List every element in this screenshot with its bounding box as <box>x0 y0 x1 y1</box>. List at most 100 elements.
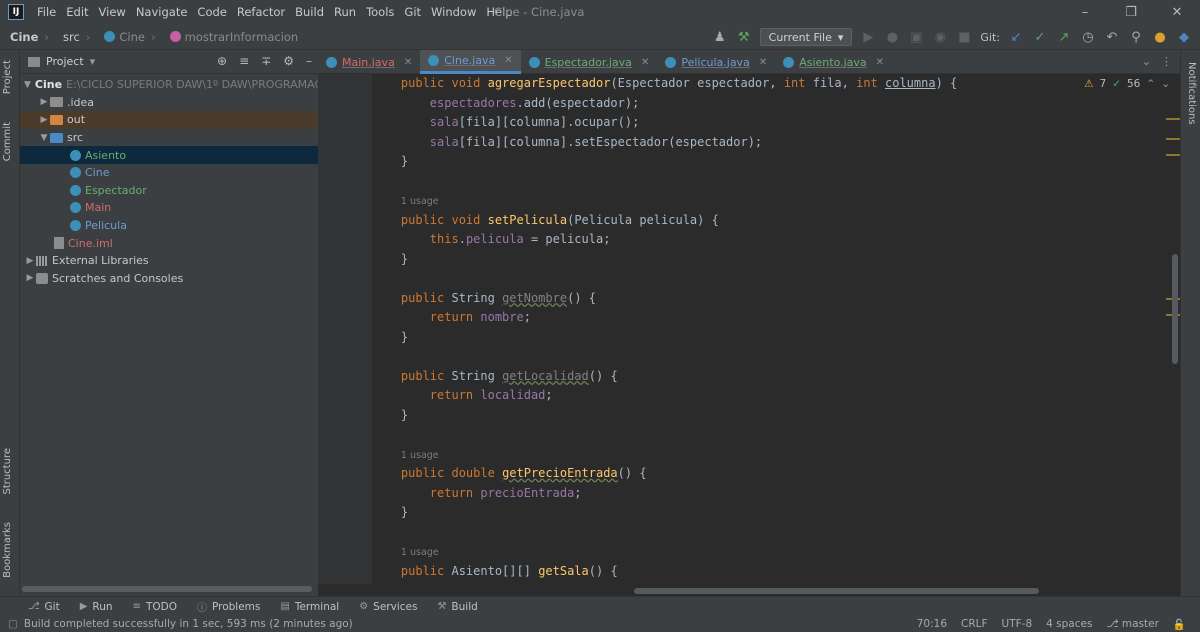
rollback-icon[interactable]: ↶ <box>1104 30 1120 45</box>
menu-window[interactable]: Window <box>426 5 481 19</box>
indent-setting[interactable]: 4 spaces <box>1046 618 1092 630</box>
tree-item-idea[interactable]: ▶ .idea <box>20 94 318 112</box>
chevron-down-icon[interactable]: ⌄ <box>1161 78 1170 90</box>
tree-item-espectador[interactable]: Espectador <box>20 182 318 200</box>
chevron-right-icon[interactable]: ▶ <box>38 115 50 125</box>
menu-code[interactable]: Code <box>192 5 231 19</box>
toolwindow-git[interactable]: ⎇ Git <box>28 601 60 613</box>
run-icon[interactable]: ▶ <box>860 30 876 45</box>
user-icon[interactable]: ♟ <box>712 30 728 45</box>
tab-espectador-java[interactable]: Espectador.java ✕ <box>521 50 658 74</box>
usage-hint[interactable]: 1 usage <box>372 191 1180 211</box>
chevron-up-icon[interactable]: ⌃ <box>1146 78 1155 90</box>
chevron-right-icon[interactable]: ▶ <box>38 97 50 107</box>
tab-pelicula-java[interactable]: Pelicula.java ✕ <box>657 50 775 74</box>
project-tool-tab[interactable]: Project <box>2 60 13 94</box>
breadcrumb-project[interactable]: Cine › <box>0 30 53 44</box>
tree-item-src[interactable]: ▼ src <box>20 129 318 147</box>
tree-item-out[interactable]: ▶ out <box>20 111 318 129</box>
toolwindow-terminal[interactable]: ▤ Terminal <box>280 601 339 613</box>
lock-icon[interactable]: 🔓 <box>1173 618 1186 631</box>
tree-item-cine[interactable]: ▼ Cine E:\CICLO SUPERIOR DAW\1º DAW\PROG… <box>20 76 318 94</box>
gear-icon[interactable]: ⚙ <box>283 54 294 68</box>
error-stripe-marker[interactable] <box>1166 138 1180 140</box>
locate-icon[interactable]: ⊕ <box>217 54 227 68</box>
notifications-tool-tab[interactable]: Notifications <box>1186 62 1197 125</box>
toolwindow-run[interactable]: ▶ Run <box>80 601 113 613</box>
tree-item-main[interactable]: Main <box>20 199 318 217</box>
line-separator[interactable]: CRLF <box>961 618 988 630</box>
git-push-icon[interactable]: ↗ <box>1056 30 1072 45</box>
bookmarks-tool-tab[interactable]: Bookmarks <box>2 522 13 578</box>
breadcrumb-src[interactable]: src › <box>53 30 94 44</box>
close-icon[interactable]: ✕ <box>876 57 884 68</box>
structure-tool-tab[interactable]: Structure <box>2 448 13 495</box>
menu-run[interactable]: Run <box>329 5 361 19</box>
close-icon[interactable]: ✕ <box>504 55 512 66</box>
error-stripe-marker[interactable] <box>1166 154 1180 156</box>
tree-item-asiento[interactable]: Asiento <box>20 146 318 164</box>
inspection-widget[interactable]: ⚠ 7 ✓ 56 ⌃ ⌄ <box>1084 78 1170 90</box>
toolwindow-services[interactable]: ⚙ Services <box>359 601 417 613</box>
toolwindow-todo[interactable]: ≡ TODO <box>133 601 177 613</box>
menu-file[interactable]: File <box>32 5 61 19</box>
chevron-down-icon[interactable]: ▼ <box>24 80 31 90</box>
minimize-icon[interactable]: – <box>1062 0 1108 24</box>
chevron-down-icon[interactable]: ⌄ <box>1142 55 1151 68</box>
close-icon[interactable]: ✕ <box>404 57 412 68</box>
toolwindow-problems[interactable]: ⓘ Problems <box>197 599 260 615</box>
code-area[interactable]: 29⊟ public void agregarEspectador(Espect… <box>372 74 1180 584</box>
editor-vertical-scrollbar[interactable] <box>1172 254 1178 364</box>
editor-horizontal-scrollbar[interactable] <box>634 588 1039 594</box>
error-stripe-marker[interactable] <box>1166 118 1180 120</box>
usage-hint[interactable]: 1 usage <box>372 445 1180 465</box>
stop-icon[interactable]: ■ <box>956 30 972 45</box>
file-encoding[interactable]: UTF-8 <box>1002 618 1033 630</box>
tree-item-cine-iml[interactable]: Cine.iml <box>20 234 318 252</box>
hide-icon[interactable]: – <box>306 54 312 68</box>
search-icon[interactable]: ⚲ <box>1128 30 1144 45</box>
ide-update-icon[interactable]: ● <box>1152 30 1168 45</box>
toolwindow-build[interactable]: ⚒ Build <box>437 601 477 613</box>
debug-icon[interactable]: ● <box>884 30 900 45</box>
coverage-icon[interactable]: ▣ <box>908 30 924 45</box>
git-update-icon[interactable]: ↙ <box>1008 30 1024 45</box>
tree-item-external-libraries[interactable]: ▶ External Libraries <box>20 252 318 270</box>
build-hammer-icon[interactable]: ⚒ <box>736 30 752 45</box>
status-message[interactable]: ▢ Build completed successfully in 1 sec,… <box>0 618 353 630</box>
breadcrumb-class[interactable]: Cine › <box>94 30 159 44</box>
close-icon[interactable]: ✕ <box>759 57 767 68</box>
menu-edit[interactable]: Edit <box>61 5 93 19</box>
usage-hint[interactable]: 1 usage <box>372 542 1180 562</box>
collapse-all-icon[interactable]: ∓ <box>261 54 271 68</box>
history-icon[interactable]: ◷ <box>1080 30 1096 45</box>
chevron-down-icon[interactable]: ▾ <box>90 55 96 68</box>
tab-main-java[interactable]: Main.java ✕ <box>318 50 420 74</box>
menu-build[interactable]: Build <box>290 5 329 19</box>
more-icon[interactable]: ⋮ <box>1161 55 1172 68</box>
editor-gutter[interactable] <box>318 74 372 584</box>
chevron-right-icon[interactable]: ▶ <box>24 256 36 266</box>
menu-refactor[interactable]: Refactor <box>232 5 290 19</box>
menu-view[interactable]: View <box>94 5 131 19</box>
tree-item-scratches[interactable]: ▶ Scratches and Consoles <box>20 270 318 288</box>
git-branch-widget[interactable]: ⎇ master <box>1106 618 1158 630</box>
profile-icon[interactable]: ◉ <box>932 30 948 45</box>
tab-cine-java[interactable]: Cine.java ✕ <box>420 50 521 74</box>
tab-asiento-java[interactable]: Asiento.java ✕ <box>775 50 892 74</box>
menu-navigate[interactable]: Navigate <box>131 5 193 19</box>
caret-position[interactable]: 70:16 <box>917 618 947 630</box>
tree-item-pelicula[interactable]: Pelicula <box>20 217 318 235</box>
tree-item-cine-class[interactable]: Cine <box>20 164 318 182</box>
project-horizontal-scrollbar[interactable] <box>22 586 312 592</box>
menu-git[interactable]: Git <box>399 5 426 19</box>
expand-all-icon[interactable]: ≡ <box>239 54 249 68</box>
chevron-down-icon[interactable]: ▼ <box>38 133 50 143</box>
breadcrumb-method[interactable]: mostrarInformacion <box>160 30 303 44</box>
commit-tool-tab[interactable]: Commit <box>2 122 13 161</box>
chevron-right-icon[interactable]: ▶ <box>24 273 36 283</box>
git-commit-icon[interactable]: ✓ <box>1032 30 1048 45</box>
menu-tools[interactable]: Tools <box>361 5 399 19</box>
jetbrains-toolbox-icon[interactable]: ◆ <box>1176 30 1192 45</box>
project-panel-title[interactable]: Project <box>46 55 84 68</box>
